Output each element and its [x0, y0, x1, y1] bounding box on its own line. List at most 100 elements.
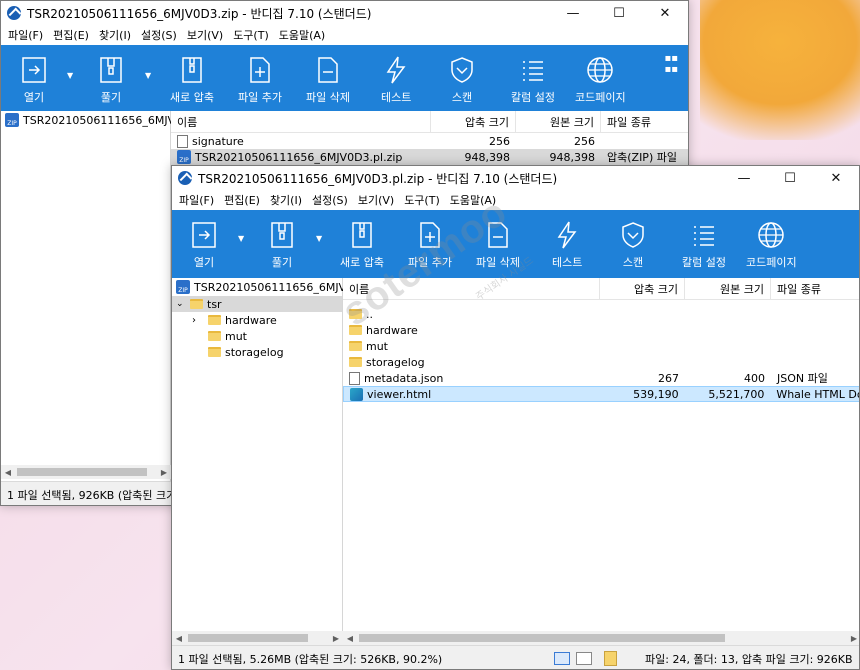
extract-button[interactable]: 풀기	[96, 55, 126, 105]
layout-grid-icon[interactable]: ▪▪ ▪▪	[664, 53, 678, 75]
extract-dropdown-arrow[interactable]: ▼	[316, 234, 322, 243]
extract-dropdown-arrow[interactable]: ▼	[145, 71, 151, 80]
file-row[interactable]: metadata.json 267 400 JSON 파일	[343, 370, 859, 386]
bandizip-window-front: TSR20210506111656_6MJV0D3.pl.zip - 반디집 7…	[171, 165, 860, 670]
tree-item-storagelog[interactable]: storagelog	[172, 344, 342, 360]
minimize-button[interactable]: —	[721, 166, 767, 190]
scan-button[interactable]: 스캔	[447, 55, 477, 105]
column-name[interactable]: 이름	[171, 111, 431, 132]
codepage-button[interactable]: 코드페이지	[746, 220, 797, 270]
extract-button[interactable]: 풀기	[267, 220, 297, 270]
file-row[interactable]: storagelog	[343, 354, 859, 370]
open-button[interactable]: 열기	[19, 55, 49, 105]
lightning-icon	[381, 55, 411, 85]
scroll-thumb[interactable]	[188, 634, 308, 642]
list-horizontal-scrollbar[interactable]: ◀ ▶	[343, 631, 859, 645]
add-file-button[interactable]: 파일 추가	[238, 55, 282, 105]
tree-item-tsr[interactable]: ⌄ tsr	[172, 296, 342, 312]
column-type[interactable]: 파일 종류	[601, 111, 688, 132]
folder-icon	[349, 325, 362, 335]
scroll-right-arrow[interactable]: ▶	[847, 631, 859, 645]
tree-horizontal-scrollbar[interactable]: ◀ ▶	[1, 465, 171, 479]
scroll-left-arrow[interactable]: ◀	[343, 631, 357, 645]
scan-label: 스캔	[622, 256, 644, 269]
column-settings-label: 칼럼 설정	[682, 256, 726, 269]
open-button[interactable]: 열기	[189, 220, 219, 270]
menu-settings[interactable]: 설정(S)	[307, 192, 353, 208]
tree-horizontal-scrollbar[interactable]: ◀ ▶	[172, 631, 343, 645]
menu-help[interactable]: 도움말(A)	[274, 27, 330, 43]
column-settings-button[interactable]: 칼럼 설정	[682, 220, 726, 270]
file-row-parent[interactable]: ..	[343, 306, 859, 322]
menu-file[interactable]: 파일(F)	[174, 192, 219, 208]
codepage-button[interactable]: 코드페이지	[575, 55, 626, 105]
json-file-icon	[349, 371, 360, 385]
scroll-right-arrow[interactable]: ▶	[157, 465, 171, 479]
list-icon	[689, 220, 719, 250]
chevron-right-icon[interactable]: ›	[192, 315, 208, 326]
column-size[interactable]: 원본 크기	[516, 111, 601, 132]
close-button[interactable]: ✕	[642, 1, 688, 25]
file-row-selected[interactable]: viewer.html 539,190 5,521,700 Whale HTML…	[343, 386, 859, 402]
tree-item-mut[interactable]: mut	[172, 328, 342, 344]
menu-help[interactable]: 도움말(A)	[445, 192, 501, 208]
maximize-button[interactable]: ☐	[596, 1, 642, 25]
add-file-button[interactable]: 파일 추가	[408, 220, 452, 270]
menu-tools[interactable]: 도구(T)	[399, 192, 445, 208]
open-dropdown-arrow[interactable]: ▼	[238, 234, 244, 243]
file-size: 400	[744, 371, 765, 385]
menu-edit[interactable]: 편집(E)	[219, 192, 265, 208]
test-button[interactable]: 테스트	[381, 55, 411, 105]
maximize-button[interactable]: ☐	[767, 166, 813, 190]
new-archive-button[interactable]: 새로 압축	[170, 55, 214, 105]
tree-item-hardware[interactable]: › hardware	[172, 312, 342, 328]
tree-item-label: tsr	[207, 297, 222, 311]
menu-find[interactable]: 찾기(I)	[94, 27, 136, 43]
file-row-selected[interactable]: ZIP TSR20210506111656_6MJV0D3.pl.zip 948,…	[171, 149, 688, 165]
menu-find[interactable]: 찾기(I)	[265, 192, 307, 208]
view-list-icon[interactable]	[576, 652, 592, 665]
desktop-wallpaper-shape	[700, 0, 860, 140]
column-size[interactable]: 원본 크기	[685, 278, 771, 299]
column-packed[interactable]: 압축 크기	[431, 111, 516, 132]
view-details-icon[interactable]	[554, 652, 570, 665]
menu-settings[interactable]: 설정(S)	[136, 27, 182, 43]
file-name: ..	[366, 307, 373, 321]
folder-icon	[190, 299, 203, 309]
menu-tools[interactable]: 도구(T)	[228, 27, 274, 43]
menu-view[interactable]: 보기(V)	[353, 192, 399, 208]
scroll-thumb[interactable]	[17, 468, 147, 476]
open-dropdown-arrow[interactable]: ▼	[67, 71, 73, 80]
status-text: 1 파일 선택됨, 926KB (압축된 크기:	[7, 488, 180, 502]
column-packed[interactable]: 압축 크기	[600, 278, 685, 299]
close-button[interactable]: ✕	[813, 166, 859, 190]
file-size: 256	[574, 134, 595, 148]
scroll-left-arrow[interactable]: ◀	[172, 631, 186, 645]
delete-file-button[interactable]: 파일 삭제	[306, 55, 350, 105]
shield-icon	[618, 220, 648, 250]
scroll-thumb[interactable]	[359, 634, 725, 642]
test-button[interactable]: 테스트	[552, 220, 582, 270]
tree-root-label: TSR20210506111656_6MJV0D	[194, 280, 362, 294]
file-row[interactable]: signature 256 256	[171, 133, 688, 149]
menu-file[interactable]: 파일(F)	[3, 27, 48, 43]
column-name[interactable]: 이름	[343, 278, 600, 299]
file-row[interactable]: mut	[343, 338, 859, 354]
menu-edit[interactable]: 편집(E)	[48, 27, 94, 43]
menu-view[interactable]: 보기(V)	[182, 27, 228, 43]
scroll-right-arrow[interactable]: ▶	[329, 631, 343, 645]
chevron-down-icon[interactable]: ⌄	[176, 299, 190, 309]
scan-button[interactable]: 스캔	[618, 220, 648, 270]
tree-root-archive[interactable]: ZIP TSR20210506111656_6MJV0D	[172, 278, 362, 296]
tree-root-archive[interactable]: ZIP TSR20210506111656_6MJV0D	[1, 111, 191, 129]
toolbar: 열기 ▼ 풀기 ▼ 새로 압축 파일 추가 파일 삭제 테스트 스캔 칼럼 설정…	[1, 45, 688, 111]
minimize-button[interactable]: —	[550, 1, 596, 25]
new-archive-button[interactable]: 새로 압축	[340, 220, 384, 270]
file-row[interactable]: hardware	[343, 322, 859, 338]
column-settings-button[interactable]: 칼럼 설정	[511, 55, 555, 105]
new-archive-icon	[177, 55, 207, 85]
column-type[interactable]: 파일 종류	[771, 278, 859, 299]
list-icon	[518, 55, 548, 85]
scroll-left-arrow[interactable]: ◀	[1, 465, 15, 479]
delete-file-icon	[313, 55, 343, 85]
